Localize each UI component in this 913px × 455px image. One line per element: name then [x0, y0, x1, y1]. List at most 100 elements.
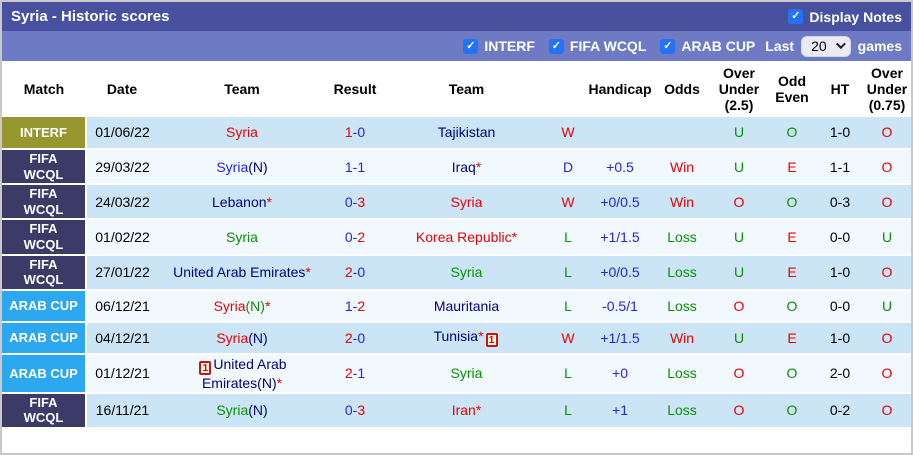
match-type-badge: ARAB CUP	[2, 353, 87, 394]
checkbox-icon[interactable]	[463, 38, 479, 54]
odds-cell	[653, 117, 711, 150]
team-name-part: Tunisia	[433, 328, 479, 345]
over-under-0-75-cell: U	[863, 219, 911, 256]
away-team-cell: Syria	[384, 184, 549, 221]
over-under-2-5-cell: U	[711, 117, 767, 150]
col-header-team: Team	[158, 61, 326, 117]
wdl-cell: L	[549, 254, 587, 291]
match-type-badge: FIFA WCQL	[2, 219, 87, 256]
handicap-cell	[587, 117, 653, 150]
result-cell: 2-1	[326, 353, 384, 394]
date-cell: 06/12/21	[86, 289, 158, 323]
filter-interf[interactable]: INTERF	[463, 38, 535, 54]
last-label: Last	[765, 38, 795, 54]
handicap-cell: +0/0.5	[587, 184, 653, 221]
over-under-0-75-cell: O	[863, 392, 911, 430]
score-part: 1	[344, 158, 353, 175]
ht-cell: 1-0	[817, 254, 863, 291]
odd-even-cell: E	[767, 149, 817, 186]
team-name-part: Mauritania	[433, 297, 500, 314]
wdl-cell: W	[549, 321, 587, 355]
score-part: 2	[357, 297, 366, 314]
col-header-date: Date	[86, 61, 158, 117]
handicap-cell: +0/0.5	[587, 254, 653, 291]
team-name-part: *	[266, 193, 272, 210]
display-notes-label: Display Notes	[809, 8, 902, 25]
date-cell: 01/06/22	[86, 117, 158, 150]
table-row: FIFA WCQL 16/11/21 Syria(N) 0-3 Iran* L +1 Loss…	[2, 392, 911, 430]
ht-cell: 1-0	[817, 117, 863, 150]
score-part: 2	[344, 329, 353, 346]
col-header-odd-even: Odd Even	[767, 61, 817, 117]
team-name-part: United Arab Emirates	[173, 264, 306, 281]
odd-even-cell: E	[767, 321, 817, 355]
wdl-cell: D	[549, 149, 587, 186]
wdl-cell: L	[549, 289, 587, 323]
team-name-part: Syria	[450, 365, 483, 382]
team-name-part: Iran	[451, 402, 476, 419]
odds-cell: Loss	[653, 353, 711, 394]
score-part: 0	[357, 124, 366, 141]
team-name-part: Syria	[226, 228, 258, 245]
team-name-part: Syria	[450, 193, 483, 210]
home-team-cell: 1 United Arab Emirates(N)*	[158, 353, 326, 394]
filter-fifa-wcql[interactable]: FIFA WCQL	[548, 38, 647, 54]
away-team-cell: Korea Republic*	[384, 219, 549, 256]
match-type-badge: FIFA WCQL	[2, 184, 87, 221]
table-row: FIFA WCQL 27/01/22 United Arab Emirates* 2-…	[2, 254, 911, 291]
last-games-select[interactable]: 20	[801, 35, 851, 57]
display-notes-checkbox-icon[interactable]	[788, 9, 804, 24]
col-header-result: Result	[326, 61, 384, 117]
away-team-cell: Syria	[384, 254, 549, 291]
table-row: ARAB CUP 06/12/21 Syria(N)* 1-2 Mauritania L -…	[2, 289, 911, 323]
filter-label: FIFA WCQL	[569, 38, 647, 54]
team-name-part: Lebanon	[212, 193, 267, 210]
filter-arab-cup[interactable]: ARAB CUP	[660, 38, 755, 54]
over-under-0-75-cell: U	[863, 289, 911, 323]
score-part: 1	[344, 124, 353, 141]
score-part: 3	[357, 193, 366, 210]
team-name-part: Syria	[216, 402, 249, 419]
team-name-part: *	[305, 264, 311, 281]
away-team-cell: Tajikistan	[384, 117, 549, 150]
score-part: 3	[357, 402, 366, 419]
over-under-2-5-cell: U	[711, 254, 767, 291]
col-header-team: Team	[384, 61, 549, 117]
team-name-part: *	[475, 402, 482, 419]
home-team-cell: Syria(N)	[158, 321, 326, 355]
checkbox-icon[interactable]	[548, 38, 564, 54]
odds-cell: Loss	[653, 219, 711, 256]
team-name-part: (N)	[248, 402, 268, 419]
date-cell: 01/12/21	[86, 353, 158, 394]
col-header-handicap: Handicap	[587, 61, 653, 117]
wdl-cell: W	[549, 184, 587, 221]
ht-cell: 0-0	[817, 289, 863, 323]
score-part: 2	[344, 264, 353, 281]
result-cell: 2-0	[326, 321, 384, 355]
result-cell: 1-1	[326, 149, 384, 186]
table-row: ARAB CUP 04/12/21 Syria(N) 2-0 Tunisia* 1 W +1/…	[2, 321, 911, 355]
display-notes-toggle[interactable]: Display Notes	[788, 9, 902, 25]
handicap-cell: -0.5/1	[587, 289, 653, 323]
date-cell: 29/03/22	[86, 149, 158, 186]
score-part: 2	[344, 365, 353, 382]
team-name-part: *	[478, 328, 484, 345]
historic-scores-panel: Syria - Historic scores Display Notes IN…	[0, 0, 913, 455]
team-name-part: (N)	[245, 297, 265, 314]
over-under-0-75-cell: O	[863, 353, 911, 394]
handicap-cell: +0.5	[587, 149, 653, 186]
odd-even-cell: O	[767, 353, 817, 394]
col-header-over-under-0.75-: Over Under (0.75)	[863, 61, 911, 117]
home-team-cell: Syria(N)	[158, 149, 326, 186]
result-cell: 0-3	[326, 392, 384, 430]
over-under-2-5-cell: O	[711, 353, 767, 394]
date-cell: 01/02/22	[86, 219, 158, 256]
score-part: 1	[357, 158, 366, 175]
match-type-badge: FIFA WCQL	[2, 149, 87, 186]
odd-even-cell: O	[767, 392, 817, 430]
scores-table: Match Date Team Result Team Handicap Odds Over …	[2, 61, 911, 430]
match-type-badge: FIFA WCQL	[2, 254, 87, 291]
date-cell: 04/12/21	[86, 321, 158, 355]
checkbox-icon[interactable]	[660, 38, 676, 54]
away-team-cell: Tunisia* 1	[384, 321, 549, 355]
